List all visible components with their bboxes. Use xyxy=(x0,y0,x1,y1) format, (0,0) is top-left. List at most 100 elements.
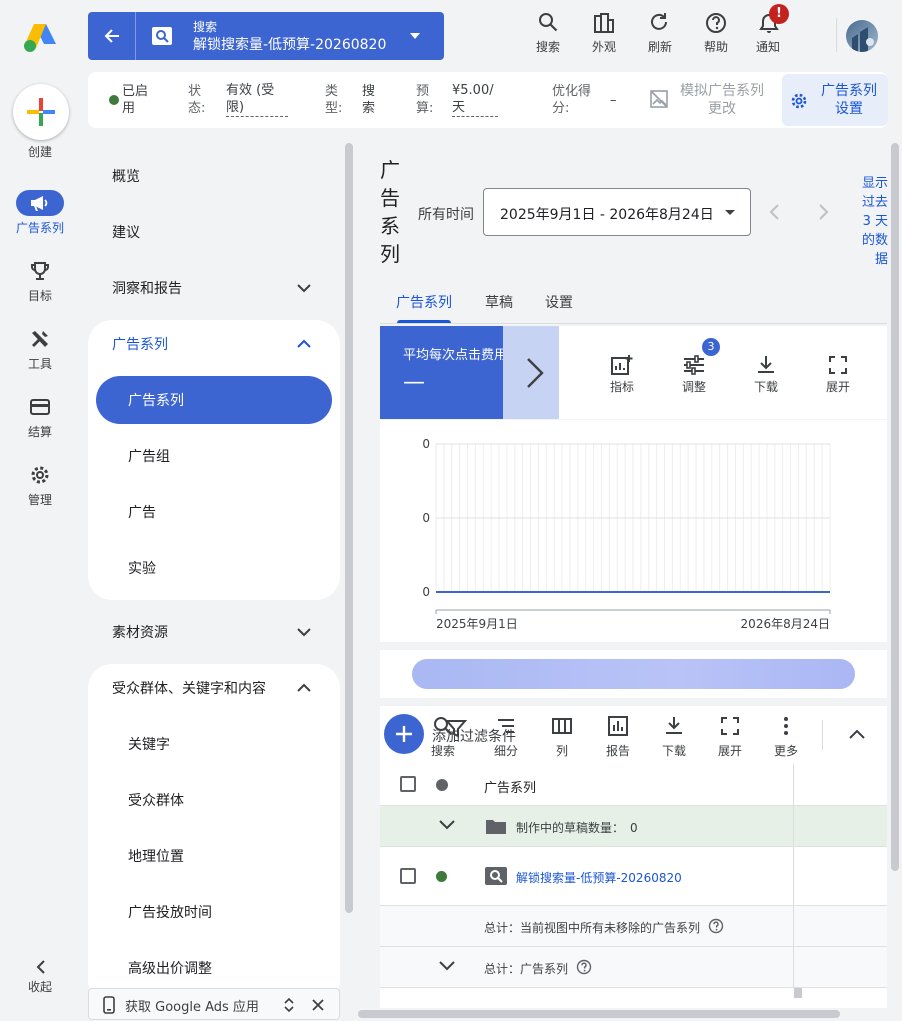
rail-item-billing[interactable]: 结算 xyxy=(0,394,80,454)
enabled-status[interactable]: 已启用 xyxy=(122,83,158,117)
columns-button[interactable]: 列 xyxy=(537,712,587,764)
metrics-button[interactable]: 指标 xyxy=(597,326,647,419)
chart-expand-label: 展开 xyxy=(825,380,850,394)
campaign-settings-button[interactable]: 广告系列设置 xyxy=(782,74,888,126)
chart-expand-button[interactable]: 展开 xyxy=(813,326,863,419)
table-expand-button[interactable]: 展开 xyxy=(705,712,755,764)
settings-label: 广告系列设置 xyxy=(821,83,877,117)
tab-settings[interactable]: 设置 xyxy=(545,292,573,312)
back-button[interactable] xyxy=(88,12,136,60)
columns-icon xyxy=(552,718,572,734)
campaign-status-bar: 已启用 状态: 有效 (受限) 类型: 搜索 预算: ¥5.00/天 优化得分:… xyxy=(88,72,888,128)
campaign-selector[interactable]: 搜索 解锁搜索量-低预算-20260820 xyxy=(88,12,444,60)
select-all-checkbox[interactable] xyxy=(400,776,416,792)
nav-recommendations-label: 建议 xyxy=(112,225,140,241)
optimization-value: – xyxy=(610,93,617,108)
fullscreen-icon xyxy=(829,356,847,374)
rail-item-campaigns[interactable]: 广告系列 xyxy=(0,190,80,250)
app-banner-label: 获取 Google Ads 应用 xyxy=(125,1000,259,1015)
tab-campaigns[interactable]: 广告系列 xyxy=(396,292,452,312)
appearance-button[interactable]: 外观 xyxy=(580,10,628,56)
state-value[interactable]: 有效 (受限) xyxy=(226,82,288,117)
chart-toolbar: 指标 调整 下载 展开 xyxy=(559,326,887,419)
chevron-right-icon[interactable] xyxy=(814,202,832,222)
chevron-down-icon[interactable] xyxy=(438,819,456,831)
table-header-row: 广告系列 xyxy=(380,764,887,806)
date-range-picker[interactable]: 2025年9月1日 - 2026年8月24日 xyxy=(483,188,751,236)
chevron-right-icon xyxy=(527,358,544,388)
column-resize-handle[interactable] xyxy=(794,988,802,998)
nav-sub-experiments[interactable]: 实验 xyxy=(88,540,340,596)
help-label: 帮助 xyxy=(703,40,728,54)
rail-label-billing: 结算 xyxy=(27,425,52,439)
nav-sub-audiences[interactable]: 受众群体 xyxy=(88,772,340,828)
segment-button[interactable]: 细分 xyxy=(481,712,531,764)
total-campaigns-label: 总计：广告系列 xyxy=(484,962,569,976)
search-button[interactable]: 搜索 xyxy=(524,10,572,56)
chevron-up-icon[interactable] xyxy=(848,726,866,742)
horizontal-scrollbar[interactable] xyxy=(358,1010,840,1018)
chart-download-button[interactable]: 下载 xyxy=(741,326,791,419)
nav-sub-ads[interactable]: 广告 xyxy=(88,484,340,540)
chevron-left-icon[interactable] xyxy=(766,202,784,222)
nav-sub-label: 关键字 xyxy=(128,737,170,753)
budget-value[interactable]: ¥5.00/天 xyxy=(452,82,498,117)
close-icon[interactable] xyxy=(311,998,325,1012)
app-banner[interactable]: 获取 Google Ads 应用 xyxy=(88,988,340,1020)
tab-drafts[interactable]: 草稿 xyxy=(485,292,513,312)
next-metric-button[interactable] xyxy=(503,326,559,419)
nav-sub-locations[interactable]: 地理位置 xyxy=(88,828,340,884)
nav-sub-keywords[interactable]: 关键字 xyxy=(88,716,340,772)
nav-sub-campaigns[interactable]: 广告系列 xyxy=(88,372,340,428)
help-button[interactable]: 帮助 xyxy=(692,10,740,56)
nav-campaigns-group[interactable]: 广告系列 xyxy=(88,316,340,372)
campaign-name-link[interactable]: 解锁搜索量-低预算-20260820 xyxy=(516,869,682,886)
x-tick-label: 2025年9月1日 xyxy=(436,617,518,631)
y-tick-label: 0 xyxy=(422,585,430,599)
nav-recommendations[interactable]: 建议 xyxy=(88,204,340,260)
nav-scrollbar[interactable] xyxy=(345,143,353,913)
date-range-label: 所有时间 xyxy=(418,207,474,223)
segment-label: 细分 xyxy=(493,744,518,758)
nav-sub-adgroups[interactable]: 广告组 xyxy=(88,428,340,484)
help-icon[interactable] xyxy=(708,918,724,934)
column-divider xyxy=(793,764,794,805)
nav-assets[interactable]: 素材资源 xyxy=(88,604,340,660)
chevron-left-icon xyxy=(36,960,45,974)
megaphone-icon xyxy=(31,196,48,211)
nav-insights[interactable]: 洞察和报告 xyxy=(88,260,340,316)
toolbar-divider xyxy=(822,720,823,750)
google-ads-logo[interactable] xyxy=(22,20,58,54)
collapse-button[interactable]: 收起 xyxy=(0,957,80,997)
table-search-button[interactable]: 搜索 xyxy=(418,712,468,764)
unfold-icon[interactable] xyxy=(283,996,295,1014)
performance-chart: 0 0 0 2025年9月1日 2026年8月24日 xyxy=(380,420,887,642)
metric-value: — xyxy=(403,370,425,395)
search-campaign-icon xyxy=(152,27,172,45)
rail-item-goals[interactable]: 目标 xyxy=(0,258,80,318)
reports-label: 报告 xyxy=(605,744,630,758)
row-checkbox[interactable] xyxy=(400,868,416,884)
avatar[interactable] xyxy=(846,20,878,52)
chevron-down-icon[interactable] xyxy=(438,960,456,972)
campaign-type: 搜索 xyxy=(193,20,218,34)
adjust-count-badge: 3 xyxy=(702,338,720,356)
show-recent-data-link[interactable]: 显示过去 3 天的数据 xyxy=(858,174,888,269)
more-button[interactable]: 更多 xyxy=(761,712,811,764)
enabled-status-dot[interactable] xyxy=(436,871,447,882)
create-button[interactable] xyxy=(13,84,69,140)
rail-item-admin[interactable]: 管理 xyxy=(0,462,80,522)
refresh-button[interactable]: 刷新 xyxy=(636,10,684,56)
campaign-column-header[interactable]: 广告系列 xyxy=(484,777,536,796)
nav-campaigns-group-label: 广告系列 xyxy=(112,337,168,353)
main-scrollbar[interactable] xyxy=(891,143,899,871)
table-download-button[interactable]: 下载 xyxy=(649,712,699,764)
rail-item-tools[interactable]: 工具 xyxy=(0,326,80,386)
nav-overview[interactable]: 概览 xyxy=(88,148,340,204)
reports-button[interactable]: 报告 xyxy=(593,712,643,764)
metric-card-cpc[interactable]: 平均每次点击费用 — xyxy=(380,326,507,419)
nav-audience-group[interactable]: 受众群体、关键字和内容 xyxy=(88,660,340,716)
help-icon[interactable] xyxy=(576,959,592,975)
nav-sub-schedule[interactable]: 广告投放时间 xyxy=(88,884,340,940)
table-expand-label: 展开 xyxy=(717,744,742,758)
